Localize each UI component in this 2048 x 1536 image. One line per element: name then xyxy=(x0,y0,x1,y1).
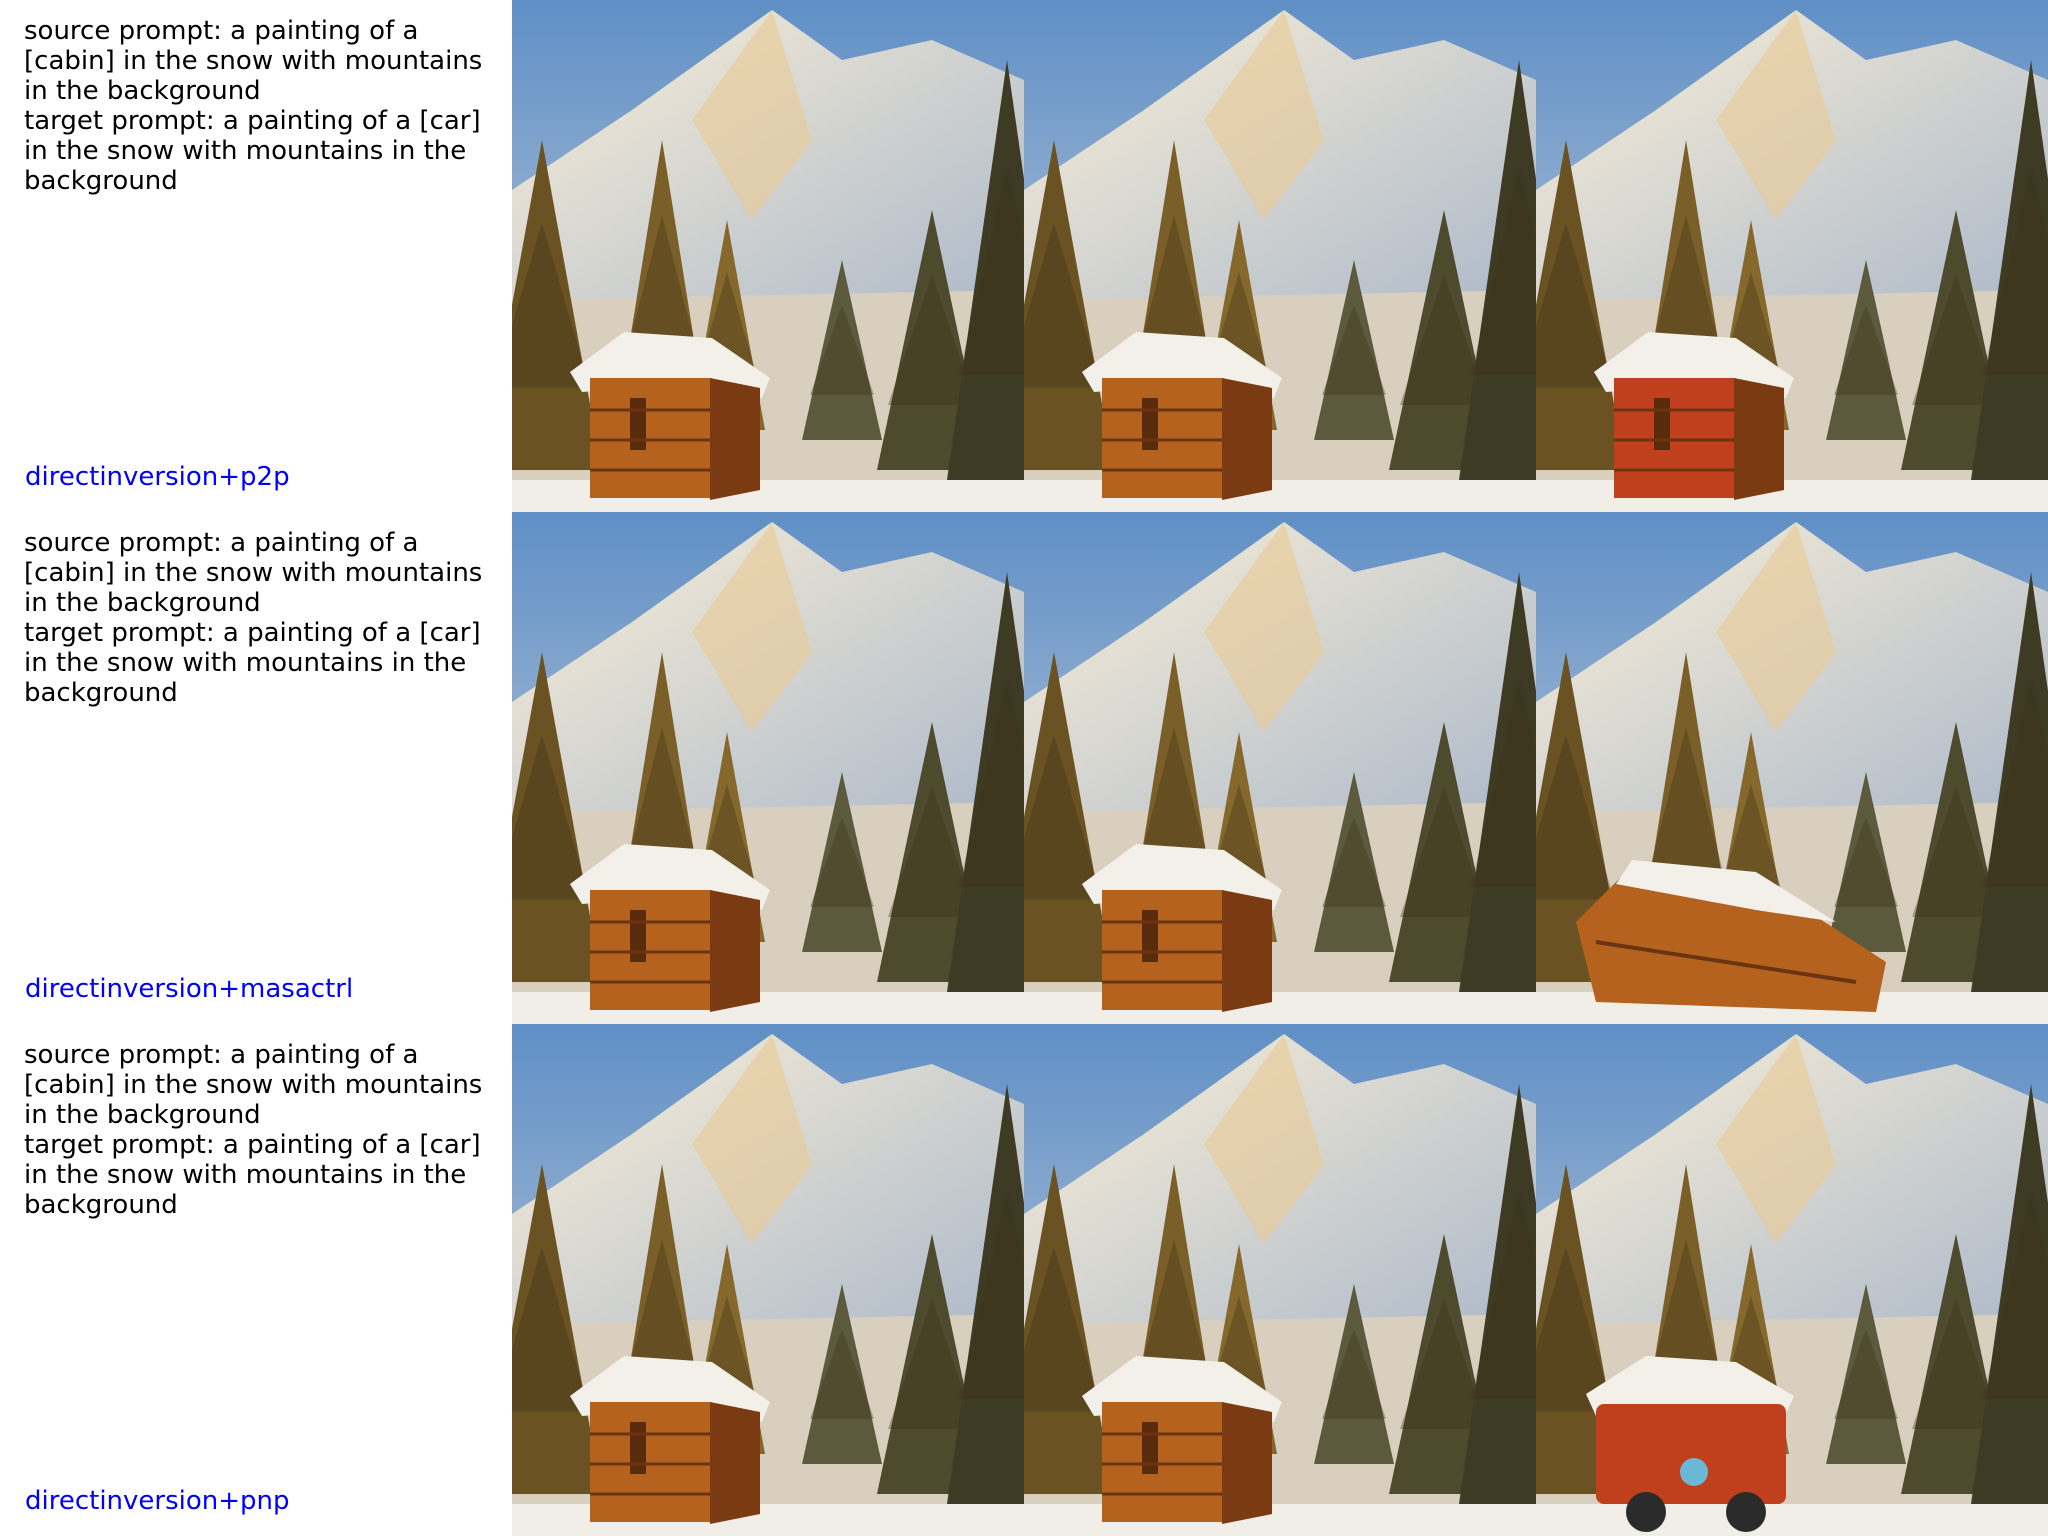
prompt-text: source prompt: a painting of a [cabin] i… xyxy=(24,528,508,708)
prompt-caption: source prompt: a painting of a [cabin] i… xyxy=(0,512,512,1024)
comparison-row: source prompt: a painting of a [cabin] i… xyxy=(0,512,2048,1024)
target-prompt: target prompt: a painting of a [car] in … xyxy=(24,618,481,708)
prompt-caption: source prompt: a painting of a [cabin] i… xyxy=(0,1024,512,1536)
source-image xyxy=(512,0,1024,512)
method-label: directinversion+p2p xyxy=(25,462,290,492)
method-label: directinversion+pnp xyxy=(25,1486,290,1516)
source-prompt: source prompt: a painting of a [cabin] i… xyxy=(24,1040,483,1130)
prompt-text: source prompt: a painting of a [cabin] i… xyxy=(24,16,508,196)
inverted-image xyxy=(1024,1024,1536,1536)
edited-image xyxy=(1536,0,2048,512)
target-prompt: target prompt: a painting of a [car] in … xyxy=(24,106,481,196)
method-label: directinversion+masactrl xyxy=(25,974,354,1004)
target-prompt: target prompt: a painting of a [car] in … xyxy=(24,1130,481,1220)
prompt-text: source prompt: a painting of a [cabin] i… xyxy=(24,1040,508,1220)
source-image xyxy=(512,512,1024,1024)
edited-image xyxy=(1536,512,2048,1024)
source-image xyxy=(512,1024,1024,1536)
inverted-image xyxy=(1024,0,1536,512)
prompt-caption: source prompt: a painting of a [cabin] i… xyxy=(0,0,512,512)
source-prompt: source prompt: a painting of a [cabin] i… xyxy=(24,528,483,618)
edited-image xyxy=(1536,1024,2048,1536)
comparison-row: source prompt: a painting of a [cabin] i… xyxy=(0,0,2048,512)
source-prompt: source prompt: a painting of a [cabin] i… xyxy=(24,16,483,106)
inverted-image xyxy=(1024,512,1536,1024)
comparison-row: source prompt: a painting of a [cabin] i… xyxy=(0,1024,2048,1536)
